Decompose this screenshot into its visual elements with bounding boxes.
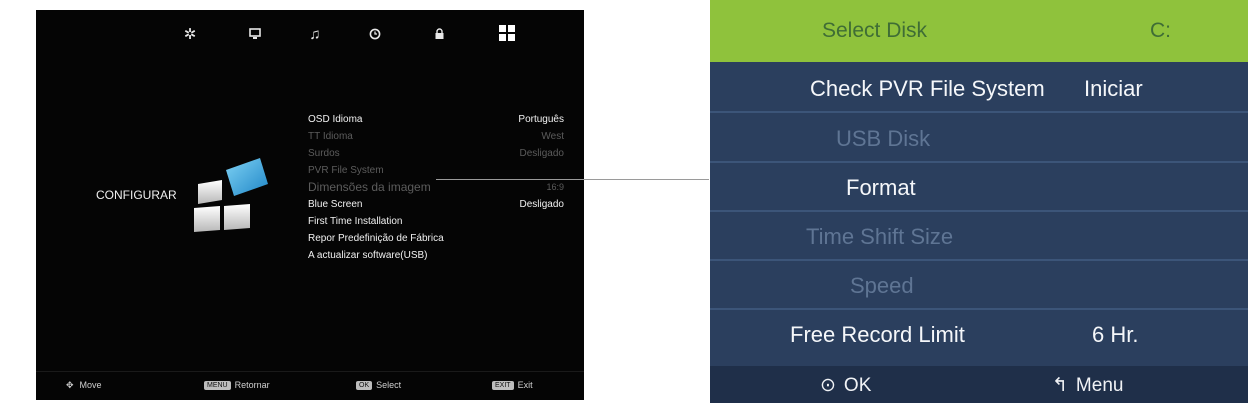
menu-item-first-time-installation[interactable]: First Time Installation [308, 213, 564, 230]
menu-item-aspect-ratio[interactable]: Dimensões da imagem 16:9 [308, 179, 564, 196]
top-menu-bar: ✲ ♫ [36, 24, 584, 50]
music-icon[interactable]: ♫ [304, 24, 326, 46]
time-shift-size-row: Time Shift Size [710, 214, 1248, 261]
tv-setup-screen: ✲ ♫ CONFIGURAR OSD Idioma Português TT I… [36, 10, 584, 400]
hint-select: OK Select [356, 380, 401, 390]
select-disk-row[interactable]: Select Disk C: [710, 0, 1248, 62]
tv-hint-bar: ✥ Move MENU Retornar OK Select EXIT Exit [36, 371, 584, 400]
hint-move: ✥ Move [66, 380, 102, 390]
hint-return: MENU Retornar [204, 380, 270, 390]
ok-circle-icon: ⊙ [820, 375, 836, 396]
return-arrow-icon: ↰ [1052, 375, 1068, 396]
menu-item-osd-language[interactable]: OSD Idioma Português [308, 111, 564, 128]
setup-tiles-icon [194, 158, 268, 232]
hint-exit: EXIT Exit [492, 380, 533, 390]
usb-disk-row: USB Disk [710, 116, 1248, 163]
menu-item-software-update-usb[interactable]: A actualizar software(USB) [308, 247, 564, 264]
callout-line [436, 179, 709, 180]
dpad-icon: ✥ [66, 380, 74, 390]
setup-menu: OSD Idioma Português TT Idioma West Surdos… [308, 111, 564, 264]
section-title: CONFIGURAR [96, 188, 177, 202]
menu-key-icon: MENU [204, 381, 231, 390]
menu-item-pvr-file-system[interactable]: PVR File System [308, 162, 564, 179]
exit-key-icon: EXIT [492, 381, 514, 390]
check-pvr-file-system-row[interactable]: Check PVR File System Iniciar [710, 66, 1248, 113]
menu-item-factory-reset[interactable]: Repor Predefinição de Fábrica [308, 230, 564, 247]
ok-key-icon: OK [356, 381, 373, 390]
ok-hint[interactable]: ⊙ OK [820, 374, 871, 397]
lock-icon[interactable] [428, 24, 450, 46]
grid-icon[interactable] [496, 24, 518, 46]
clock-icon[interactable] [364, 24, 386, 46]
monitor-icon[interactable] [244, 24, 266, 46]
format-row[interactable]: Format [710, 165, 1248, 212]
panel-footer: ⊙ OK ↰ Menu [710, 366, 1248, 403]
menu-item-tt-language[interactable]: TT Idioma West [308, 128, 564, 145]
speed-row: Speed [710, 263, 1248, 310]
menu-hint[interactable]: ↰ Menu [1052, 374, 1123, 397]
gear-icon[interactable]: ✲ [179, 24, 201, 46]
free-record-limit-row[interactable]: Free Record Limit 6 Hr. [710, 312, 1248, 357]
menu-item-blue-screen[interactable]: Blue Screen Desligado [308, 196, 564, 213]
pvr-file-system-panel: Select Disk C: Check PVR File System Ini… [710, 0, 1248, 403]
menu-item-hearing-impaired[interactable]: Surdos Desligado [308, 145, 564, 162]
